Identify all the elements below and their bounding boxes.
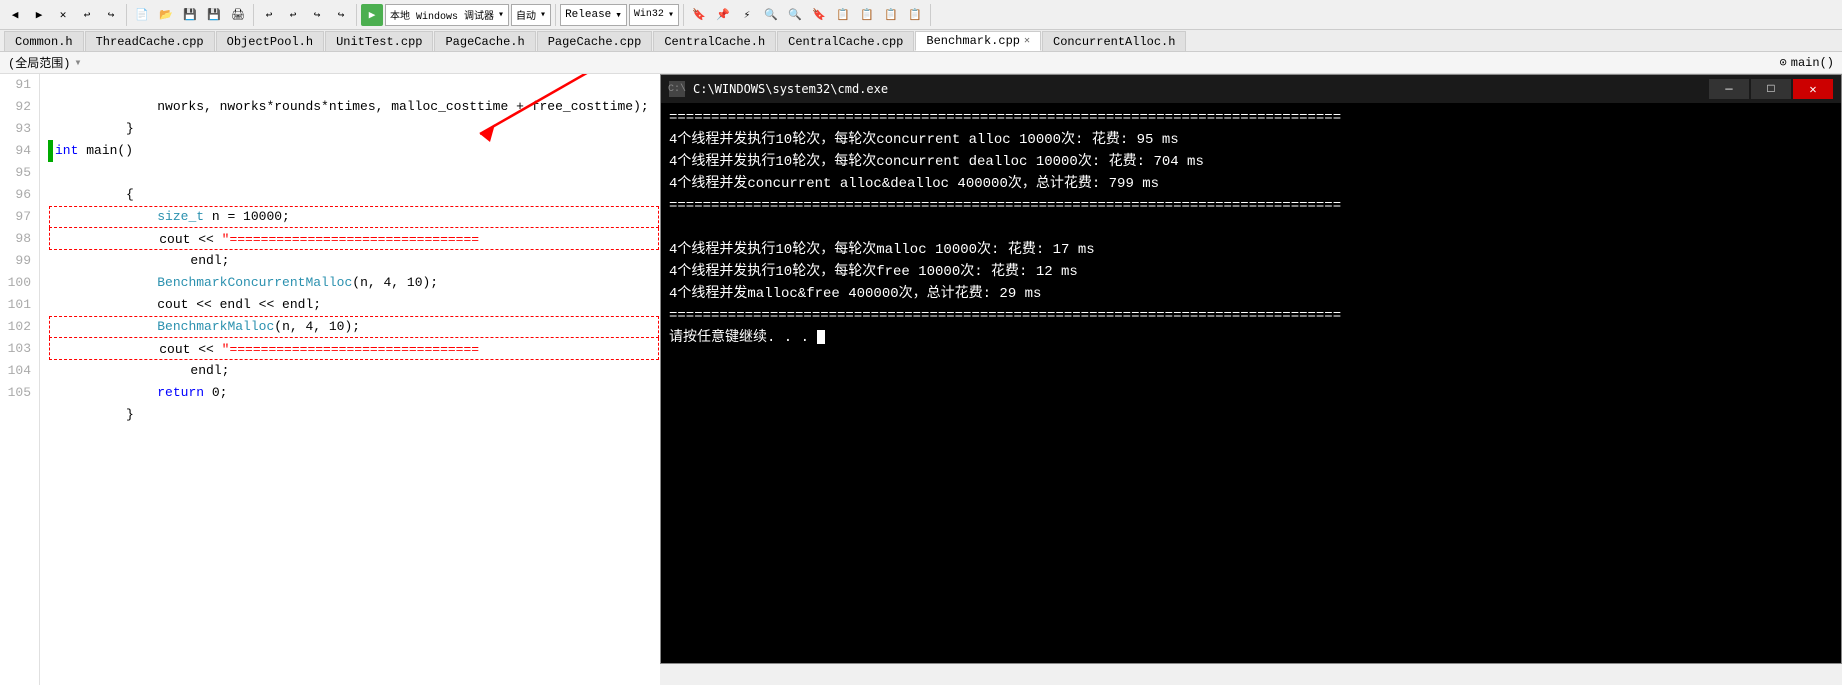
tab-pagecache-h[interactable]: PageCache.h [434, 31, 535, 51]
tab-objectpool-h[interactable]: ObjectPool.h [216, 31, 324, 51]
redo-btn[interactable]: ↪ [100, 4, 122, 26]
breadcrumb-function: ⊙ [1780, 55, 1787, 70]
config-group: Release ▾ Win32 ▾ [560, 4, 684, 26]
code-line-92: } [48, 96, 660, 118]
tab-threadcache-cpp[interactable]: ThreadCache.cpp [85, 31, 215, 51]
pin-icon[interactable]: 📌 [712, 4, 734, 26]
search-icon[interactable]: 🔍 [760, 4, 782, 26]
cmd-line-separator2: ========================================… [669, 195, 1833, 217]
forward-btn[interactable]: ▶ [28, 4, 50, 26]
cmd-line-3: 4个线程并发concurrent alloc&dealloc 400000次，总… [669, 173, 1833, 195]
tab-concurrentalloc-h[interactable]: ConcurrentAlloc.h [1042, 31, 1186, 51]
back-btn[interactable]: ◀ [4, 4, 26, 26]
cmd-line-separator1: ========================================… [669, 107, 1833, 129]
print-btn[interactable]: 🖨 [227, 4, 249, 26]
auto-dropdown[interactable]: 自动 ▾ [511, 4, 551, 26]
cmd-line-1: 4个线程并发执行10轮次，每轮次concurrent alloc 10000次:… [669, 129, 1833, 151]
undo3-btn[interactable]: ↩ [282, 4, 304, 26]
toolbar: ◀ ▶ ✕ ↩ ↪ 📄 📂 💾 💾 🖨 ↩ ↩ ↪ ↪ ▶ 本地 Windows… [0, 0, 1842, 30]
cmd-line-5: 4个线程并发执行10轮次，每轮次free 10000次: 花费: 12 ms [669, 261, 1833, 283]
code-line-98: endl; [49, 228, 659, 250]
misc-group: 🔖 📌 ⚡ 🔍 🔍 🔖 📋 📋 📋 📋 [688, 4, 931, 26]
cmd-line-6: 4个线程并发malloc&free 400000次，总计花费: 29 ms [669, 283, 1833, 305]
tab-centralcache-cpp[interactable]: CentralCache.cpp [777, 31, 914, 51]
tab-benchmark-cpp[interactable]: Benchmark.cpp ✕ [915, 31, 1041, 51]
save-all-btn[interactable]: 💾 [203, 4, 225, 26]
tab-common-h[interactable]: Common.h [4, 31, 84, 51]
redo2-btn[interactable]: ↪ [306, 4, 328, 26]
cmd-line-empty [669, 217, 1833, 239]
local-debugger-dropdown[interactable]: 本地 Windows 调试器 ▾ [385, 4, 509, 26]
code-line-96: size_t n = 10000; [48, 184, 660, 206]
main-area: 91 92 93 94 95 96 97 98 99 100 101 102 1… [0, 74, 1842, 685]
cmd-icon: C:\ [669, 81, 685, 97]
code-editor[interactable]: 91 92 93 94 95 96 97 98 99 100 101 102 1… [0, 74, 660, 685]
tab-pagecache-cpp[interactable]: PageCache.cpp [537, 31, 653, 51]
breadcrumb-function-label[interactable]: main() [1791, 56, 1834, 70]
code-line-100: cout << endl << endl; [48, 272, 660, 294]
bookmark-icon[interactable]: 🔖 [688, 4, 710, 26]
play-btn[interactable]: ▶ [361, 4, 383, 26]
code-line-101: BenchmarkMalloc(n, 4, 10); [48, 294, 660, 316]
cmd-line-prompt: 请按任意键继续. . . [669, 327, 1833, 349]
code-line-95: { [48, 162, 660, 184]
undo-btn[interactable]: ↩ [76, 4, 98, 26]
code-line-102: cout << "===============================… [49, 316, 659, 338]
new-btn[interactable]: 📄 [131, 4, 153, 26]
cmd-line-separator3: ========================================… [669, 305, 1833, 327]
breakpoint-indicator [48, 140, 53, 162]
tab-centralcache-h[interactable]: CentralCache.h [653, 31, 776, 51]
cmd-line-4: 4个线程并发执行10轮次，每轮次malloc 10000次: 花费: 17 ms [669, 239, 1833, 261]
save-btn[interactable]: 💾 [179, 4, 201, 26]
code-line-97: cout << "===============================… [49, 206, 659, 228]
code-line-104: return 0; [48, 360, 660, 382]
tab-unittest-cpp[interactable]: UnitTest.cpp [325, 31, 433, 51]
code-line-105: } [48, 382, 660, 404]
redo3-btn[interactable]: ↪ [330, 4, 352, 26]
cmd-title: C:\WINDOWS\system32\cmd.exe [693, 82, 1701, 96]
bookmark2-icon[interactable]: 🔖 [808, 4, 830, 26]
cmd-window[interactable]: C:\ C:\WINDOWS\system32\cmd.exe — □ ✕ ==… [660, 74, 1842, 664]
tab-close-icon[interactable]: ✕ [1024, 35, 1030, 47]
file-group: 📄 📂 💾 💾 🖨 [131, 4, 254, 26]
minimize-btn[interactable]: — [1709, 79, 1749, 99]
lightning-icon[interactable]: ⚡ [736, 4, 758, 26]
cmd-close-btn[interactable]: ✕ [1793, 79, 1833, 99]
cmd-cursor [817, 330, 825, 344]
nav-group: ◀ ▶ ✕ ↩ ↪ [4, 4, 127, 26]
close-btn[interactable]: ✕ [52, 4, 74, 26]
tabbar: Common.h ThreadCache.cpp ObjectPool.h Un… [0, 30, 1842, 52]
code-content: nworks, nworks*rounds*ntimes, malloc_cos… [40, 74, 660, 685]
search2-icon[interactable]: 🔍 [784, 4, 806, 26]
clipboard4-icon[interactable]: 📋 [904, 4, 926, 26]
undo2-btn[interactable]: ↩ [258, 4, 280, 26]
cmd-titlebar[interactable]: C:\ C:\WINDOWS\system32\cmd.exe — □ ✕ [661, 75, 1841, 103]
breadcrumb-scope[interactable]: (全局范围) [8, 54, 70, 71]
cmd-body: ========================================… [661, 103, 1841, 663]
window-controls: — □ ✕ [1709, 79, 1833, 99]
clipboard2-icon[interactable]: 📋 [856, 4, 878, 26]
code-line-93 [48, 118, 660, 140]
maximize-btn[interactable]: □ [1751, 79, 1791, 99]
win32-dropdown[interactable]: Win32 ▾ [629, 4, 679, 26]
code-line-91: nworks, nworks*rounds*ntimes, malloc_cos… [48, 74, 660, 96]
line-numbers: 91 92 93 94 95 96 97 98 99 100 101 102 1… [0, 74, 40, 685]
release-dropdown[interactable]: Release ▾ [560, 4, 627, 26]
play-group: ▶ 本地 Windows 调试器 ▾ 自动 ▾ [361, 4, 556, 26]
undo-redo-group: ↩ ↩ ↪ ↪ [258, 4, 357, 26]
code-line-94: int main() [48, 140, 660, 162]
open-btn[interactable]: 📂 [155, 4, 177, 26]
code-line-103: endl; [49, 338, 659, 360]
cmd-line-2: 4个线程并发执行10轮次，每轮次concurrent dealloc 10000… [669, 151, 1833, 173]
breadcrumb: (全局范围) ▾ ⊙ main() [0, 52, 1842, 74]
code-line-99: BenchmarkConcurrentMalloc(n, 4, 10); [48, 250, 660, 272]
clipboard-icon[interactable]: 📋 [832, 4, 854, 26]
clipboard3-icon[interactable]: 📋 [880, 4, 902, 26]
